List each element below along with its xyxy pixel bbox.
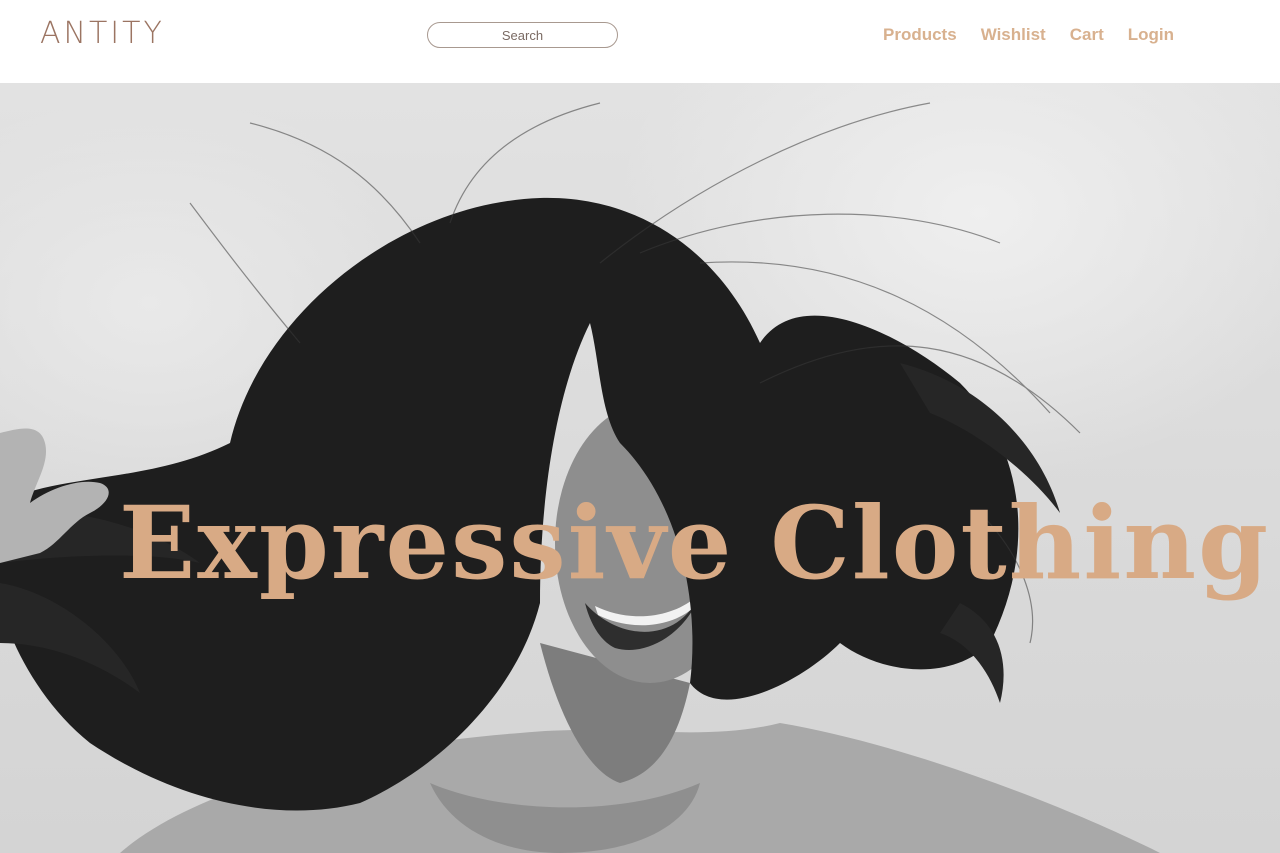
hero-photo <box>0 102 1160 853</box>
hero-banner: Expressive Clothing <box>0 83 1280 853</box>
site-header: ANTITY Products Wishlist Cart Login <box>0 0 1280 83</box>
nav-link-login[interactable]: Login <box>1128 24 1174 46</box>
search-input[interactable] <box>427 22 618 48</box>
nav-link-products[interactable]: Products <box>883 24 957 46</box>
brand-logo[interactable]: ANTITY <box>40 14 165 54</box>
nav-link-wishlist[interactable]: Wishlist <box>981 24 1046 46</box>
main-nav: Products Wishlist Cart Login <box>883 24 1174 46</box>
hero-title: Expressive Clothing <box>119 484 1270 602</box>
nav-link-cart[interactable]: Cart <box>1070 24 1104 46</box>
